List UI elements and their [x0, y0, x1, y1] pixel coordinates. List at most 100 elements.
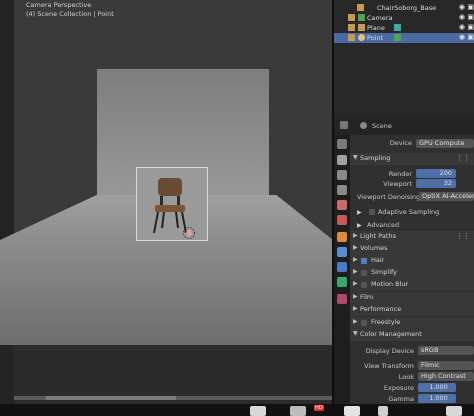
texture-tab-icon[interactable] [337, 294, 347, 304]
view-transform-label: View Transform [364, 362, 414, 370]
panel-title: Performance [360, 305, 402, 313]
chevron-right-icon: ▶ [357, 222, 362, 229]
scene-icon [360, 122, 367, 129]
editor-type-icon[interactable] [340, 121, 348, 129]
denoising-dropdown[interactable]: OptiX AI-Accelerat... [419, 192, 474, 201]
panel-title: Volumes [360, 244, 388, 252]
scene-breadcrumb: Scene [372, 122, 392, 130]
light-paths-panel[interactable]: ▶ Light Paths ⋮⋮ [350, 231, 474, 243]
performance-panel[interactable]: ▶ Performance [350, 304, 474, 316]
outliner-row-plane[interactable]: Plane ◉ ▣ [334, 23, 474, 33]
properties-header [334, 117, 474, 135]
display-device-label: Display Device [365, 347, 414, 355]
device-label: Device [389, 139, 412, 147]
simplify-panel[interactable]: ▶ Simplify [350, 267, 474, 279]
view-layer-tab-icon[interactable] [337, 185, 347, 195]
panel-title: Film [360, 293, 374, 301]
outliner-label: Plane [367, 24, 385, 32]
tool-tab-icon[interactable] [337, 139, 347, 149]
adaptive-checkbox[interactable] [369, 209, 375, 215]
exposure-label: Exposure [383, 384, 414, 392]
object-tab-icon[interactable] [337, 232, 347, 242]
chevron-right-icon: ▶ [353, 305, 358, 312]
look-label: Look [398, 373, 414, 381]
outliner-row-camera[interactable]: Camera ◉ ▣ [334, 13, 474, 23]
viewport-view-name: Camera Perspective [26, 1, 92, 9]
eye-icon[interactable]: ◉ [459, 23, 465, 31]
drag-handle-icon[interactable]: ⋮⋮ [456, 154, 470, 162]
constraints-tab-icon[interactable] [337, 262, 347, 272]
physics-tab-icon[interactable] [337, 247, 347, 257]
object-icon [348, 14, 355, 21]
taskbar-app-icon[interactable] [378, 406, 388, 416]
taskbar-app-icon[interactable] [344, 406, 360, 416]
chevron-right-icon: ▶ [353, 256, 358, 263]
camera-render-icon[interactable]: ▣ [467, 33, 474, 41]
render-tab-icon[interactable] [337, 155, 347, 165]
adaptive-label: Adaptive Sampling [378, 208, 440, 216]
chevron-down-icon: ▼ [353, 154, 358, 161]
modifier-icon [394, 24, 401, 31]
taskbar-app-icon[interactable] [446, 406, 462, 416]
render-samples-label: Render [388, 170, 412, 178]
chevron-right-icon: ▶ [353, 280, 358, 287]
light-data-icon [394, 34, 401, 41]
viewport-collection-info: (4) Scene Collection | Point [26, 10, 114, 18]
outliner-row-point[interactable]: Point ◉ ▣ [334, 33, 474, 43]
scrollbar-thumb[interactable] [46, 396, 176, 400]
chevron-right-icon: ▶ [353, 268, 358, 275]
mesh-icon [357, 4, 364, 11]
scene-tab-icon[interactable] [337, 200, 347, 210]
device-dropdown[interactable]: GPU Compute [416, 139, 474, 148]
chevron-right-icon: ▶ [353, 318, 358, 325]
simplify-checkbox[interactable] [361, 270, 367, 276]
taskbar [0, 404, 474, 416]
hair-checkbox[interactable] [361, 258, 367, 264]
panel-title: Motion Blur [371, 280, 409, 288]
eye-icon[interactable]: ◉ [459, 33, 465, 41]
viewport-toolbar [0, 0, 14, 416]
object-icon [348, 24, 355, 31]
sampling-panel-header[interactable]: ▼ Sampling ⋮⋮ [350, 153, 474, 165]
point-light-icon[interactable] [182, 226, 196, 240]
outliner-label: ChairSoborg_Base [377, 4, 437, 12]
taskbar-app-icon[interactable] [290, 406, 306, 416]
gamma-label: Gamma [388, 395, 414, 403]
gamma-field[interactable]: 1.000 [418, 394, 456, 403]
camera-render-icon[interactable]: ▣ [467, 3, 474, 11]
viewport-denoising-label: Viewport Denoising [357, 193, 421, 201]
render-samples-field[interactable]: 200 [416, 169, 456, 178]
drag-handle-icon[interactable]: ⋮⋮ [456, 232, 470, 240]
exposure-field[interactable]: 1.000 [418, 383, 456, 392]
look-dropdown[interactable]: High Contrast [418, 372, 474, 381]
camera-render-icon[interactable]: ▣ [467, 23, 474, 31]
chevron-down-icon: ▼ [353, 330, 358, 337]
panel-title: Sampling [360, 154, 391, 162]
freestyle-panel[interactable]: ▶ Freestyle [350, 317, 474, 329]
hair-panel[interactable]: ▶ Hair [350, 255, 474, 267]
eye-icon[interactable]: ◉ [459, 13, 465, 21]
mesh-icon [358, 24, 365, 31]
panel-title: Hair [371, 256, 385, 264]
camera-render-icon[interactable]: ▣ [467, 13, 474, 21]
outliner-label: Point [367, 34, 384, 42]
view-transform-dropdown[interactable]: Filmic [418, 361, 474, 370]
motion-blur-panel[interactable]: ▶ Motion Blur [350, 279, 474, 291]
outliner-label: Camera [367, 14, 393, 22]
film-panel[interactable]: ▶ Film [350, 292, 474, 304]
world-tab-icon[interactable] [337, 215, 347, 225]
motion-blur-checkbox[interactable] [361, 282, 367, 288]
outliner-row-chair-base[interactable]: ChairSoborg_Base ◉ ▣ [334, 3, 474, 13]
chevron-right-icon: ▶ [353, 244, 358, 251]
taskbar-app-icon[interactable] [250, 406, 266, 416]
volumes-panel[interactable]: ▶ Volumes [350, 243, 474, 255]
eye-icon[interactable]: ◉ [459, 3, 465, 11]
data-tab-icon[interactable] [337, 277, 347, 287]
freestyle-checkbox[interactable] [361, 320, 367, 326]
viewport-samples-field[interactable]: 32 [416, 179, 456, 188]
display-device-dropdown[interactable]: sRGB [418, 346, 474, 355]
camera-data-icon [358, 14, 365, 21]
light-icon [358, 34, 365, 41]
color-management-panel[interactable]: ▼ Color Management [350, 329, 474, 341]
output-tab-icon[interactable] [337, 170, 347, 180]
